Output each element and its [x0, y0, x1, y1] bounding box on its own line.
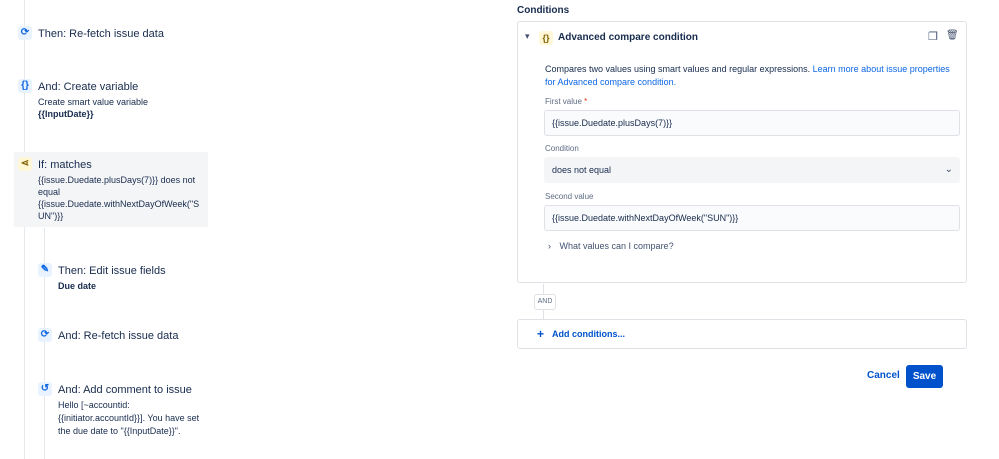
and-badge: AND — [534, 294, 556, 310]
condition-card-title: Advanced compare condition — [558, 32, 699, 43]
step-title: And: Re-fetch issue data — [58, 330, 179, 342]
step-title: Then: Re-fetch issue data — [38, 28, 164, 40]
rule-connector-line — [24, 0, 25, 459]
braces-icon: {} — [18, 79, 32, 93]
second-value-label: Second value — [545, 192, 594, 201]
learn-more-link[interactable]: Learn more about issue properties — [813, 64, 950, 74]
learn-more-link-continued[interactable]: for Advanced compare condition. — [545, 77, 676, 87]
help-toggle-label: What values can I compare? — [559, 241, 674, 251]
first-value-label-text: First value — [545, 97, 582, 106]
required-mark: * — [584, 97, 588, 106]
step-comment-line: the due date to "{{InputDate}}". — [58, 426, 181, 436]
step-title: If: matches — [38, 159, 92, 171]
step-condition-line: {{issue.Duedate.withNextDayOfWeek("S — [38, 199, 200, 209]
branch-icon: ⋖ — [18, 157, 32, 171]
condition-description: Compares two values using smart values a… — [545, 63, 965, 89]
rule-step-refetch[interactable]: ⟳ Then: Re-fetch issue data — [16, 24, 206, 46]
first-value-label: First value * — [545, 97, 587, 106]
step-condition-line: UN")}} — [38, 211, 64, 221]
plus-icon: + — [537, 327, 545, 341]
step-variable-name: {{InputDate}} — [38, 109, 94, 119]
copy-icon[interactable]: ❐ — [928, 30, 938, 43]
pencil-icon: ✎ — [38, 263, 52, 277]
step-condition-line: equal — [38, 187, 61, 197]
save-button[interactable]: Save — [906, 365, 943, 388]
add-conditions-card[interactable]: + Add conditions... — [517, 319, 967, 349]
condition-card: ▾ {} Advanced compare condition ❐ 🗑 Comp… — [517, 21, 967, 283]
chevron-right-icon: › — [548, 241, 551, 251]
step-title: Then: Edit issue fields — [58, 265, 166, 277]
first-value-input[interactable]: {{issue.Duedate.plusDays(7)}} — [544, 110, 960, 136]
condition-select[interactable]: does not equal ⌄ — [544, 157, 960, 183]
conditions-section-label: Conditions — [517, 5, 570, 16]
rule-step-create-variable[interactable]: {} And: Create variable Create smart val… — [16, 77, 206, 122]
description-text: Compares two values using smart values a… — [545, 64, 811, 74]
refresh-icon: ⟳ — [18, 26, 32, 40]
chevron-down-icon: ⌄ — [944, 164, 953, 175]
rule-step-refetch-2[interactable]: ⟳ And: Re-fetch issue data — [36, 326, 216, 348]
trash-icon[interactable]: 🗑 — [946, 30, 959, 41]
refresh-icon: ⟳ — [38, 328, 52, 342]
rule-step-add-comment[interactable]: ↺ And: Add comment to issue Hello [~acco… — [36, 380, 216, 440]
comment-icon: ↺ — [38, 382, 52, 396]
step-field-name: Due date — [58, 281, 97, 291]
rule-step-if-matches[interactable]: ⋖ If: matches {{issue.Duedate.plusDays(7… — [14, 152, 208, 227]
step-comment-line: Hello [~accountid: — [58, 400, 130, 410]
cancel-button[interactable]: Cancel — [867, 370, 900, 381]
step-comment-line: {{initiator.accountId}}]. You have set — [58, 413, 200, 423]
step-condition-line: {{issue.Duedate.plusDays(7)}} does not — [38, 175, 196, 185]
step-title: And: Add comment to issue — [58, 384, 192, 396]
collapse-chevron-icon[interactable]: ▾ — [525, 31, 530, 42]
add-conditions-label: Add conditions... — [552, 329, 625, 339]
condition-select-value: does not equal — [552, 165, 612, 175]
second-value-input[interactable]: {{issue.Duedate.withNextDayOfWeek("SUN")… — [544, 205, 960, 231]
step-title: And: Create variable — [38, 81, 139, 93]
rule-step-edit-fields[interactable]: ✎ Then: Edit issue fields Due date — [36, 261, 216, 295]
help-toggle[interactable]: › What values can I compare? — [548, 241, 674, 251]
step-description: Create smart value variable — [38, 97, 149, 107]
condition-label: Condition — [545, 144, 579, 153]
braces-icon: {} — [539, 31, 553, 45]
